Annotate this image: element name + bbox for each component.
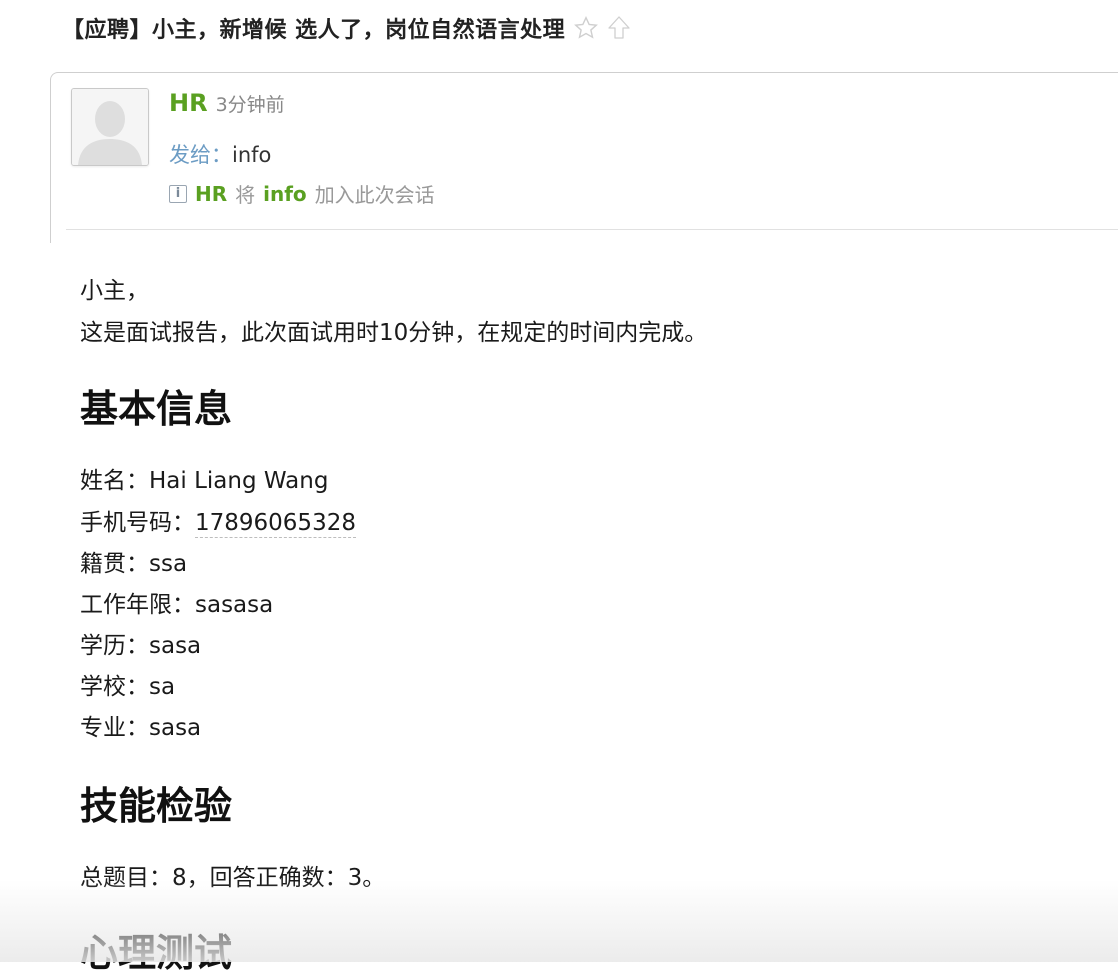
sent-time: 3分钟前	[215, 94, 285, 116]
sender-row: HR 3分钟前	[169, 89, 285, 117]
message-header: HR 3分钟前 发给：info i HR 将 info 加入此次会话	[50, 72, 1118, 243]
field-value: ssa	[149, 551, 188, 577]
field-name: 姓名：Hai Liang Wang	[80, 461, 328, 495]
notice-mid: 将	[235, 183, 256, 207]
default-avatar-icon[interactable]	[71, 88, 149, 166]
intro-text: 这是面试报告，此次面试用时10分钟，在规定的时间内完成。	[80, 320, 708, 346]
field-value: sasa	[149, 715, 202, 741]
recipient-row: 发给：info	[169, 139, 271, 169]
field-value: sasasa	[195, 592, 274, 618]
recipient-label: 发给：	[169, 143, 232, 167]
section-heading-skills: 技能检验	[80, 784, 233, 828]
recipient-value[interactable]: info	[232, 143, 271, 167]
subject-bar: 【应聘】小主，新增候 选人了，岗位自然语言处理	[62, 10, 631, 46]
field-label: 学历：	[80, 633, 149, 659]
field-label: 学校：	[80, 674, 149, 700]
info-icon: i	[169, 184, 187, 203]
skills-summary: 总题目：8，回答正确数：3。	[80, 865, 386, 891]
header-divider	[66, 229, 1118, 230]
field-value: Hai Liang Wang	[149, 468, 329, 494]
section-heading-basic: 基本信息	[80, 387, 233, 431]
field-label: 籍贯：	[80, 551, 149, 577]
field-phone: 手机号码：17896065328	[80, 503, 356, 538]
field-value: sasa	[149, 633, 202, 659]
field-hometown: 籍贯：ssa	[80, 544, 187, 578]
conversation-notice: i HR 将 info 加入此次会话	[169, 179, 435, 208]
arrow-up-outline-icon[interactable]	[607, 15, 631, 41]
section-heading-psych: 心理测试	[80, 931, 233, 975]
notice-target[interactable]: info	[263, 182, 307, 206]
field-value: sa	[149, 674, 176, 700]
sender-name[interactable]: HR	[169, 89, 208, 117]
field-label: 专业：	[80, 715, 149, 741]
field-school: 学校：sa	[80, 667, 175, 701]
field-education: 学历：sasa	[80, 626, 201, 660]
field-label: 手机号码：	[80, 510, 195, 536]
field-label: 工作年限：	[80, 592, 195, 618]
notice-sender[interactable]: HR	[195, 182, 227, 206]
field-major: 专业：sasa	[80, 708, 201, 742]
subject-title: 【应聘】小主，新增候 选人了，岗位自然语言处理	[62, 18, 566, 43]
field-label: 姓名：	[80, 468, 149, 494]
phone-number-link[interactable]: 17896065328	[195, 510, 356, 538]
star-outline-icon[interactable]	[573, 15, 599, 41]
field-work-years: 工作年限：sasasa	[80, 585, 273, 619]
notice-action: 加入此次会话	[314, 183, 435, 207]
greeting: 小主，	[80, 278, 149, 304]
